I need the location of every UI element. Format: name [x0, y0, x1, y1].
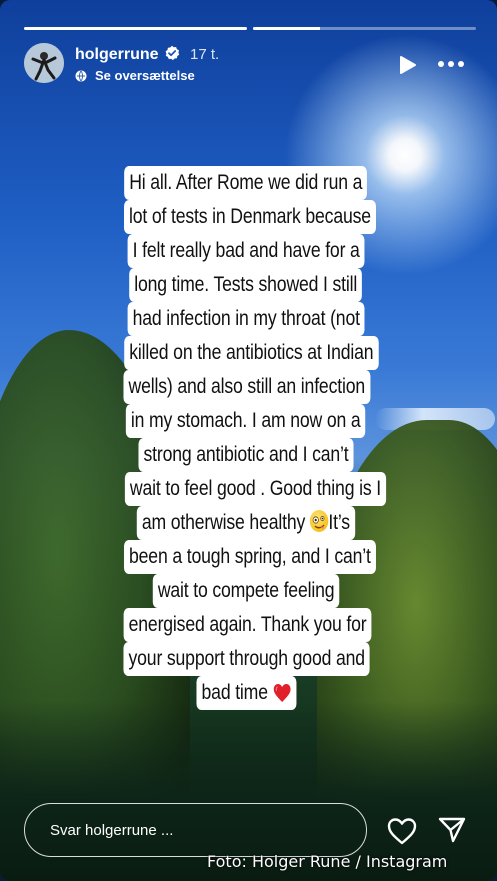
caption-text: It’s: [328, 511, 351, 534]
caption-line: in my stomach. I am now on a: [126, 404, 366, 438]
caption-line: energised again. Thank you for: [123, 608, 372, 642]
caption-line: wait to compete feeling: [152, 574, 340, 608]
caption-line: had infection in my throat (not: [127, 302, 365, 336]
caption-line: strong antibiotic and I can’t: [138, 438, 354, 472]
progress-segment-1: [24, 27, 247, 30]
caption-line: I felt really bad and have for a: [127, 234, 365, 268]
see-translation-label: Se oversættelse: [95, 68, 195, 83]
story-text-caption: Hi all. After Rome we did run a lot of t…: [100, 166, 392, 710]
caption-line: wait to feel good . Good thing is I: [124, 472, 386, 506]
play-icon[interactable]: [397, 55, 417, 75]
username[interactable]: holgerrune: [75, 46, 159, 64]
caption-line: been a tough spring, and I can’t: [123, 540, 376, 574]
send-icon[interactable]: [437, 816, 467, 844]
reply-placeholder: Svar holgerrune ...: [50, 822, 174, 839]
caption-line: your support through good and: [123, 642, 370, 676]
caption-line: lot of tests in Denmark because: [123, 200, 376, 234]
avatar[interactable]: [24, 43, 64, 83]
caption-line-with-emoji: am otherwise healthy It’s: [136, 506, 356, 540]
caption-line-with-emoji: bad time: [196, 676, 296, 710]
caption-line: Hi all. After Rome we did run a: [124, 166, 368, 200]
progress-segment-2: [253, 27, 476, 30]
story-viewer[interactable]: holgerrune 17 t. Se oversættelse Hi all.…: [0, 0, 497, 881]
heart-outline-icon[interactable]: [386, 816, 418, 846]
verified-badge-icon: [165, 45, 180, 61]
globe-icon: [75, 70, 87, 81]
caption-line: wells) and also still an infection: [123, 370, 371, 404]
zany-face-emoji-icon: [310, 510, 329, 532]
see-translation-button[interactable]: Se oversættelse: [75, 68, 195, 83]
caption-line: killed on the antibiotics at Indian: [124, 336, 379, 370]
tennis-player-avatar-icon: [24, 43, 64, 83]
photo-credit: Foto: Holger Rune / Instagram: [207, 852, 448, 871]
story-progress-bar: [24, 27, 476, 30]
caption-text: bad time: [201, 681, 268, 704]
red-heart-emoji-icon: [273, 684, 290, 702]
post-time: 17 t.: [190, 46, 220, 63]
more-icon[interactable]: [437, 56, 465, 72]
caption-text: am otherwise healthy: [141, 511, 306, 534]
caption-line: long time. Tests showed I still: [129, 268, 363, 302]
